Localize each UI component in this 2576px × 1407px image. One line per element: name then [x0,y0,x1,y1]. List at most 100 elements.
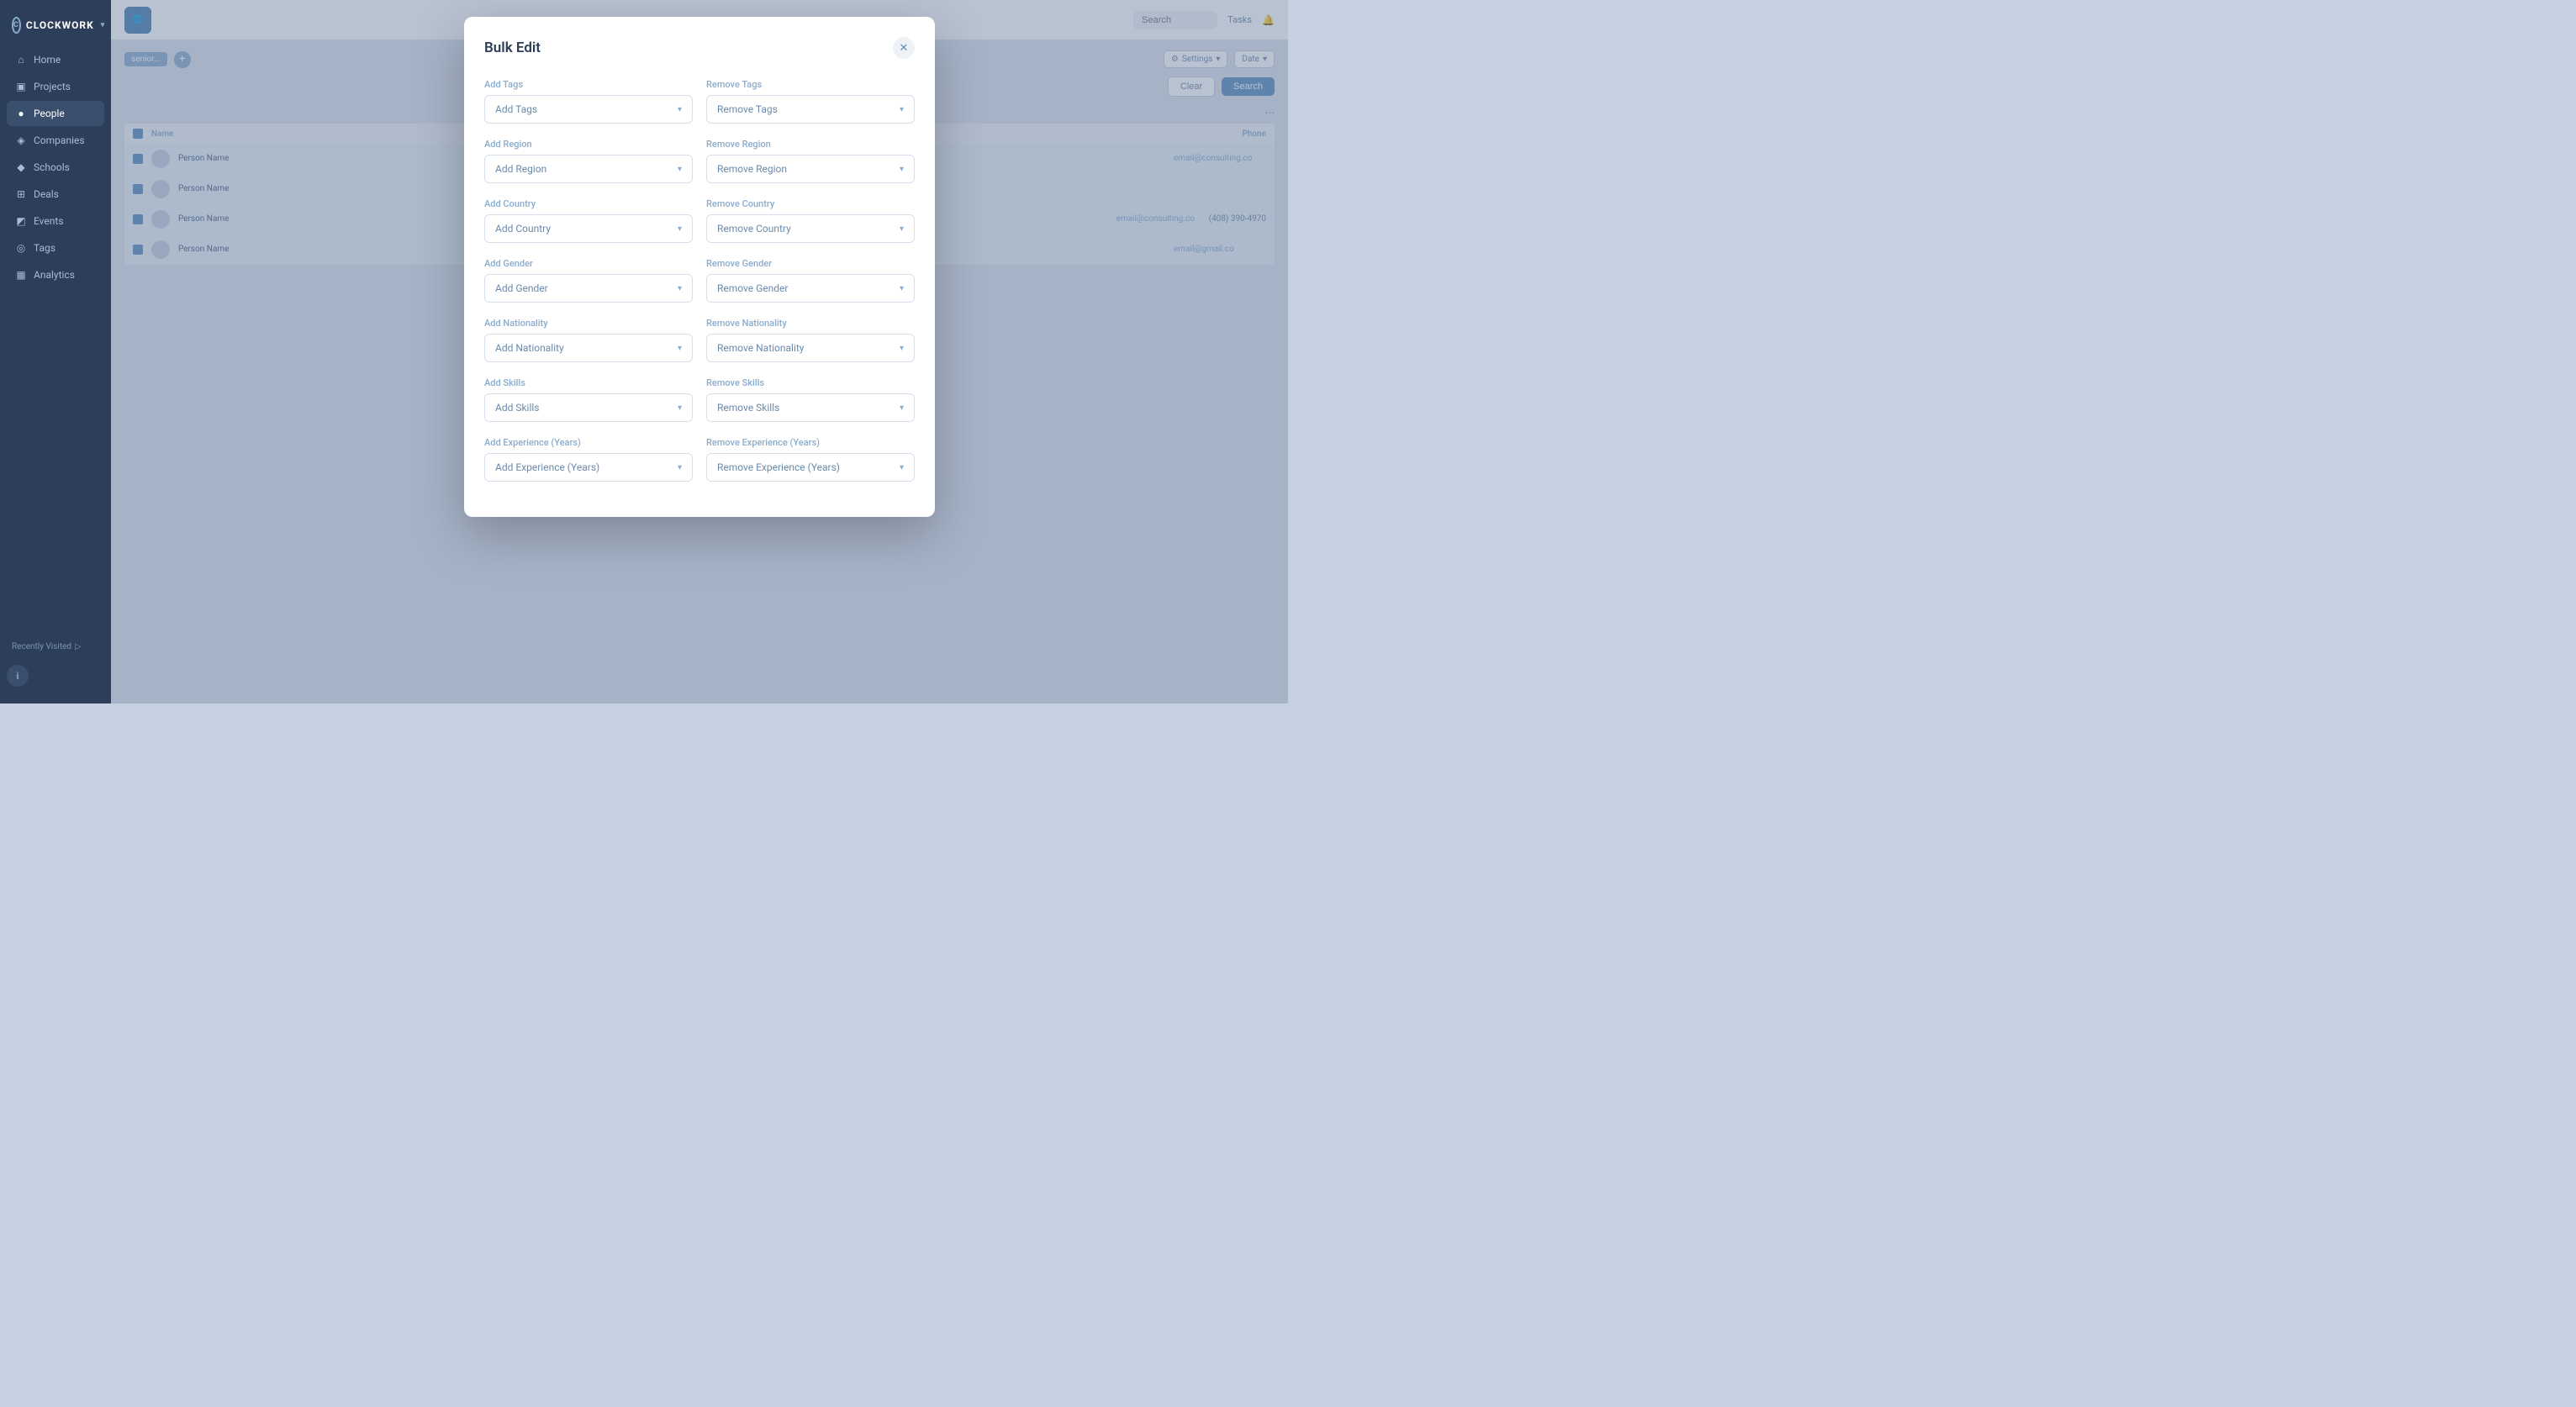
add-region-group: Add Region Add Region ▾ [484,139,693,183]
add-nationality-group: Add Nationality Add Nationality ▾ [484,318,693,362]
add-skills-label: Add Skills [484,377,693,388]
remove-region-group: Remove Region Remove Region ▾ [706,139,915,183]
sidebar-item-projects[interactable]: ▣ Projects [7,74,104,99]
remove-region-value: Remove Region [717,163,787,175]
add-tags-value: Add Tags [495,103,537,115]
add-skills-select[interactable]: Add Skills ▾ [484,393,693,422]
chevron-down-icon: ▾ [900,224,904,234]
add-gender-value: Add Gender [495,282,548,294]
remove-gender-label: Remove Gender [706,258,915,269]
add-tags-select[interactable]: Add Tags ▾ [484,95,693,124]
remove-country-value: Remove Country [717,223,791,234]
sidebar-item-schools[interactable]: ◆ Schools [7,155,104,180]
remove-experience-label: Remove Experience (Years) [706,437,915,448]
sidebar-nav: ⌂ Home ▣ Projects ● People ◈ Companies ◆… [0,47,111,635]
sidebar-item-home[interactable]: ⌂ Home [7,47,104,72]
add-country-group: Add Country Add Country ▾ [484,198,693,243]
tags-row: Add Tags Add Tags ▾ Remove Tags Remove T… [484,79,915,124]
nationality-row: Add Nationality Add Nationality ▾ Remove… [484,318,915,362]
chevron-down-icon: ▾ [900,463,904,472]
chevron-down-icon: ▾ [678,284,682,293]
sidebar-item-deals[interactable]: ⊞ Deals [7,182,104,207]
modal-close-button[interactable]: ✕ [893,37,915,59]
sidebar-item-label: Tags [34,242,55,254]
sidebar-item-label: Analytics [34,269,75,281]
bulk-edit-modal: Bulk Edit ✕ Add Tags Add Tags ▾ Remove T… [464,17,935,517]
add-experience-select[interactable]: Add Experience (Years) ▾ [484,453,693,482]
region-row: Add Region Add Region ▾ Remove Region Re… [484,139,915,183]
modal-header: Bulk Edit ✕ [484,37,915,59]
remove-skills-select[interactable]: Remove Skills ▾ [706,393,915,422]
main-content: 🌐 Tasks 🔔 senior... + ⚙ Settings ▾ [111,0,1288,704]
sidebar-item-label: Companies [34,134,85,146]
schools-icon: ◆ [15,161,27,173]
remove-tags-select[interactable]: Remove Tags ▾ [706,95,915,124]
sidebar-item-tags[interactable]: ◎ Tags [7,235,104,261]
app-logo[interactable]: C CLOCKWORK ▾ [0,10,111,47]
remove-skills-group: Remove Skills Remove Skills ▾ [706,377,915,422]
chevron-down-icon: ▾ [900,105,904,114]
remove-nationality-label: Remove Nationality [706,318,915,329]
logo-icon: C [12,17,21,34]
remove-country-select[interactable]: Remove Country ▾ [706,214,915,243]
sidebar-item-people[interactable]: ● People [7,101,104,126]
chevron-down-icon: ▾ [678,403,682,413]
remove-tags-value: Remove Tags [717,103,778,115]
chevron-down-icon: ▾ [900,344,904,353]
add-nationality-select[interactable]: Add Nationality ▾ [484,334,693,362]
chevron-down-icon: ▾ [678,105,682,114]
remove-experience-group: Remove Experience (Years) Remove Experie… [706,437,915,482]
add-region-select[interactable]: Add Region ▾ [484,155,693,183]
add-gender-label: Add Gender [484,258,693,269]
skills-row: Add Skills Add Skills ▾ Remove Skills Re… [484,377,915,422]
sidebar-item-label: Deals [34,188,59,200]
info-button[interactable]: i [7,665,29,687]
analytics-icon: ▦ [15,269,27,281]
add-tags-group: Add Tags Add Tags ▾ [484,79,693,124]
companies-icon: ◈ [15,134,27,146]
remove-nationality-select[interactable]: Remove Nationality ▾ [706,334,915,362]
sidebar-item-companies[interactable]: ◈ Companies [7,128,104,153]
remove-tags-label: Remove Tags [706,79,915,90]
add-country-value: Add Country [495,223,551,234]
remove-region-label: Remove Region [706,139,915,150]
projects-icon: ▣ [15,81,27,92]
add-experience-value: Add Experience (Years) [495,461,599,473]
remove-gender-select[interactable]: Remove Gender ▾ [706,274,915,303]
home-icon: ⌂ [15,54,27,66]
chevron-right-icon: ▷ [75,642,82,651]
chevron-down-icon: ▾ [900,284,904,293]
remove-skills-value: Remove Skills [717,402,779,414]
sidebar-item-analytics[interactable]: ▦ Analytics [7,262,104,287]
tags-icon: ◎ [15,242,27,254]
add-gender-select[interactable]: Add Gender ▾ [484,274,693,303]
country-row: Add Country Add Country ▾ Remove Country… [484,198,915,243]
add-skills-group: Add Skills Add Skills ▾ [484,377,693,422]
add-gender-group: Add Gender Add Gender ▾ [484,258,693,303]
sidebar-item-label: Home [34,54,61,66]
experience-row: Add Experience (Years) Add Experience (Y… [484,437,915,482]
add-region-value: Add Region [495,163,546,175]
modal-overlay: Bulk Edit ✕ Add Tags Add Tags ▾ Remove T… [111,0,1288,704]
sidebar-item-label: Projects [34,81,71,92]
sidebar-item-events[interactable]: ◩ Events [7,208,104,234]
sidebar-item-label: Schools [34,161,70,173]
remove-nationality-value: Remove Nationality [717,342,804,354]
sidebar-item-label: People [34,108,65,119]
remove-gender-group: Remove Gender Remove Gender ▾ [706,258,915,303]
modal-title: Bulk Edit [484,40,541,56]
add-country-select[interactable]: Add Country ▾ [484,214,693,243]
remove-region-select[interactable]: Remove Region ▾ [706,155,915,183]
events-icon: ◩ [15,215,27,227]
add-tags-label: Add Tags [484,79,693,90]
remove-gender-value: Remove Gender [717,282,788,294]
remove-experience-select[interactable]: Remove Experience (Years) ▾ [706,453,915,482]
gender-row: Add Gender Add Gender ▾ Remove Gender Re… [484,258,915,303]
chevron-down-icon: ▾ [678,224,682,234]
remove-nationality-group: Remove Nationality Remove Nationality ▾ [706,318,915,362]
people-icon: ● [15,108,27,119]
sidebar: C CLOCKWORK ▾ ⌂ Home ▣ Projects ● People… [0,0,111,704]
remove-country-label: Remove Country [706,198,915,209]
add-skills-value: Add Skills [495,402,540,414]
chevron-down-icon: ▾ [900,165,904,174]
